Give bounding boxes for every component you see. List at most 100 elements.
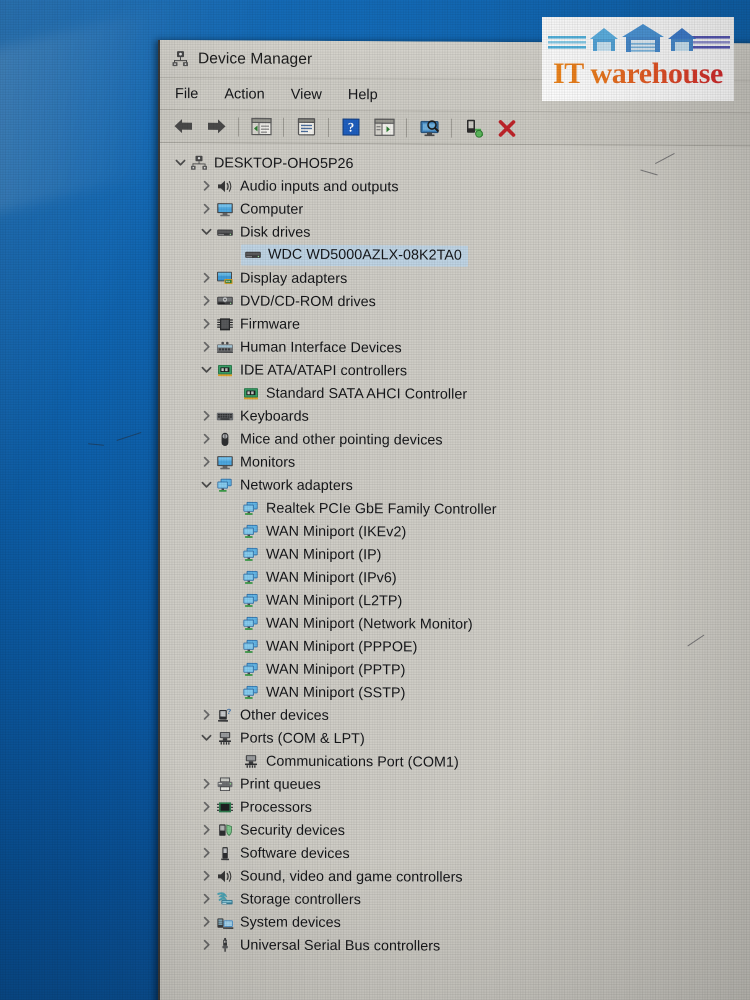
tree-node-print-queues[interactable]: Print queues (160, 772, 750, 798)
svg-text:?: ? (227, 707, 232, 716)
uninstall-device-icon[interactable] (492, 115, 522, 141)
tree-node-universal-serial-bus-controllers[interactable]: Universal Serial Bus controllers (160, 933, 750, 959)
tree-node-realtek-pcie-gbe-family-controller[interactable]: Realtek PCIe GbE Family Controller (160, 496, 750, 522)
chevron-right-icon[interactable] (198, 203, 215, 214)
chevron-right-icon[interactable] (198, 456, 215, 467)
chevron-down-icon[interactable] (198, 732, 215, 743)
chevron-right-icon[interactable] (198, 295, 215, 306)
chevron-down-icon[interactable] (172, 157, 189, 168)
tree-node-content: Standard SATA AHCI Controller (241, 384, 467, 403)
tree-node-label: Keyboards (240, 407, 309, 425)
chevron-right-icon[interactable] (198, 870, 215, 881)
tree-node-audio-inputs-and-outputs[interactable]: Audio inputs and outputs (160, 174, 750, 200)
tree-node-content: IDE ATA/ATAPI controllers (215, 361, 407, 380)
enable-device-icon[interactable] (459, 115, 489, 141)
tree-node-display-adapters[interactable]: Display adapters (160, 266, 750, 292)
chevron-right-icon[interactable] (198, 709, 215, 720)
window-title: Device Manager (198, 49, 313, 68)
tree-node-content: Computer (215, 200, 303, 218)
tree-node-content: Realtek PCIe GbE Family Controller (241, 499, 497, 518)
tree-node-standard-sata-ahci-controller[interactable]: Standard SATA AHCI Controller (160, 381, 750, 407)
tree-node-wdc-wd5000azlx-08k2ta0[interactable]: WDC WD5000AZLX-08K2TA0 (160, 243, 750, 269)
chevron-right-icon[interactable] (198, 341, 215, 352)
menu-action[interactable]: Action (222, 84, 266, 104)
chevron-right-icon[interactable] (198, 939, 215, 950)
forward-arrow-icon[interactable] (201, 113, 231, 139)
tree-node-sound-video-and-game-controllers[interactable]: Sound, video and game controllers (160, 864, 750, 890)
help-icon[interactable]: ? (336, 114, 366, 140)
chevron-right-icon[interactable] (198, 824, 215, 835)
tree-node-label: Other devices (240, 706, 329, 724)
tree-node-wan-miniport-network-monitor[interactable]: WAN Miniport (Network Monitor) (160, 611, 750, 637)
tree-node-storage-controllers[interactable]: Storage controllers (160, 887, 750, 913)
tree-node-ports-com-lpt[interactable]: Ports (COM & LPT) (160, 726, 750, 752)
tree-node-label: Processors (240, 798, 313, 816)
tree-node-network-adapters[interactable]: Network adapters (160, 473, 750, 499)
tree-node-content: Ports (COM & LPT) (215, 729, 365, 748)
tree-node-wan-miniport-ip[interactable]: WAN Miniport (IP) (160, 542, 750, 568)
tree-node-dvd-cd-rom-drives[interactable]: DVD/CD-ROM drives (160, 289, 750, 315)
chevron-right-icon[interactable] (198, 180, 215, 191)
tree-node-communications-port-com1[interactable]: Communications Port (COM1) (160, 749, 750, 775)
tree-node-wan-miniport-pptp[interactable]: WAN Miniport (PPTP) (160, 657, 750, 683)
tree-node-disk-drives[interactable]: Disk drives (160, 220, 750, 246)
tree-node-ide-ata-atapi-controllers[interactable]: IDE ATA/ATAPI controllers (160, 358, 750, 384)
chevron-right-icon[interactable] (198, 847, 215, 858)
tree-node-software-devices[interactable]: Software devices (160, 841, 750, 867)
chevron-right-icon[interactable] (198, 318, 215, 329)
chevron-right-icon[interactable] (198, 801, 215, 812)
device-tree[interactable]: DESKTOP-OHO5P26 Audio inputs and outputs C… (160, 143, 750, 1000)
tree-node-content: Human Interface Devices (215, 338, 402, 357)
tree-node-desktop-oho5p26[interactable]: DESKTOP-OHO5P26 (160, 151, 750, 177)
tree-node-label: WAN Miniport (IKEv2) (266, 523, 407, 540)
tree-node-keyboards[interactable]: Keyboards (160, 404, 750, 430)
chevron-down-icon[interactable] (198, 364, 215, 375)
properties-icon[interactable] (291, 114, 321, 140)
tree-node-content: Security devices (215, 821, 345, 840)
tree-node-label: Mice and other pointing devices (240, 430, 443, 449)
back-arrow-icon[interactable] (168, 113, 198, 139)
tree-node-content: ? Other devices (215, 706, 329, 725)
tree-node-content: Mice and other pointing devices (215, 430, 443, 449)
menu-file[interactable]: File (173, 84, 200, 104)
tree-node-firmware[interactable]: Firmware (160, 312, 750, 338)
tree-node-wan-miniport-sstp[interactable]: WAN Miniport (SSTP) (160, 680, 750, 706)
firmware-chip-icon (215, 315, 235, 333)
tree-node-monitors[interactable]: Monitors (160, 450, 750, 476)
update-driver-icon[interactable] (369, 114, 399, 140)
tree-node-label: WAN Miniport (Network Monitor) (266, 615, 473, 633)
monitor-icon (215, 453, 235, 471)
tree-node-label: Print queues (240, 775, 321, 793)
tree-node-wan-miniport-l2tp[interactable]: WAN Miniport (L2TP) (160, 588, 750, 614)
show-hide-console-tree-icon[interactable] (246, 113, 276, 139)
tree-node-other-devices[interactable]: ? Other devices (160, 703, 750, 729)
network-adapter-icon (241, 614, 261, 632)
device-manager-window[interactable]: Device Manager File Action View Help ? D… (158, 40, 750, 1000)
tree-node-wan-miniport-ipv6[interactable]: WAN Miniport (IPv6) (160, 565, 750, 591)
chevron-down-icon[interactable] (198, 479, 215, 490)
tree-node-mice-and-other-pointing-devices[interactable]: Mice and other pointing devices (160, 427, 750, 453)
chevron-right-icon[interactable] (198, 272, 215, 283)
tree-node-system-devices[interactable]: System devices (160, 910, 750, 936)
menu-view[interactable]: View (289, 84, 324, 104)
tree-node-wan-miniport-pppoe[interactable]: WAN Miniport (PPPOE) (160, 634, 750, 660)
tree-node-computer[interactable]: Computer (160, 197, 750, 223)
chevron-right-icon[interactable] (198, 893, 215, 904)
hid-icon (215, 338, 235, 356)
menu-help[interactable]: Help (346, 85, 380, 105)
scan-hardware-changes-icon[interactable] (414, 114, 444, 140)
chevron-down-icon[interactable] (198, 226, 215, 237)
chevron-right-icon[interactable] (198, 433, 215, 444)
chevron-right-icon[interactable] (198, 778, 215, 789)
chevron-right-icon[interactable] (198, 916, 215, 927)
tree-node-wan-miniport-ikev2[interactable]: WAN Miniport (IKEv2) (160, 519, 750, 545)
chevron-right-icon[interactable] (198, 410, 215, 421)
tree-node-processors[interactable]: Processors (160, 795, 750, 821)
tree-node-content: Universal Serial Bus controllers (215, 936, 440, 955)
ide-controller-icon (215, 361, 235, 379)
tree-node-content: Communications Port (COM1) (241, 752, 459, 771)
port-icon (215, 729, 235, 747)
tree-node-security-devices[interactable]: Security devices (160, 818, 750, 844)
tree-node-label: WAN Miniport (L2TP) (266, 592, 403, 609)
tree-node-human-interface-devices[interactable]: Human Interface Devices (160, 335, 750, 361)
